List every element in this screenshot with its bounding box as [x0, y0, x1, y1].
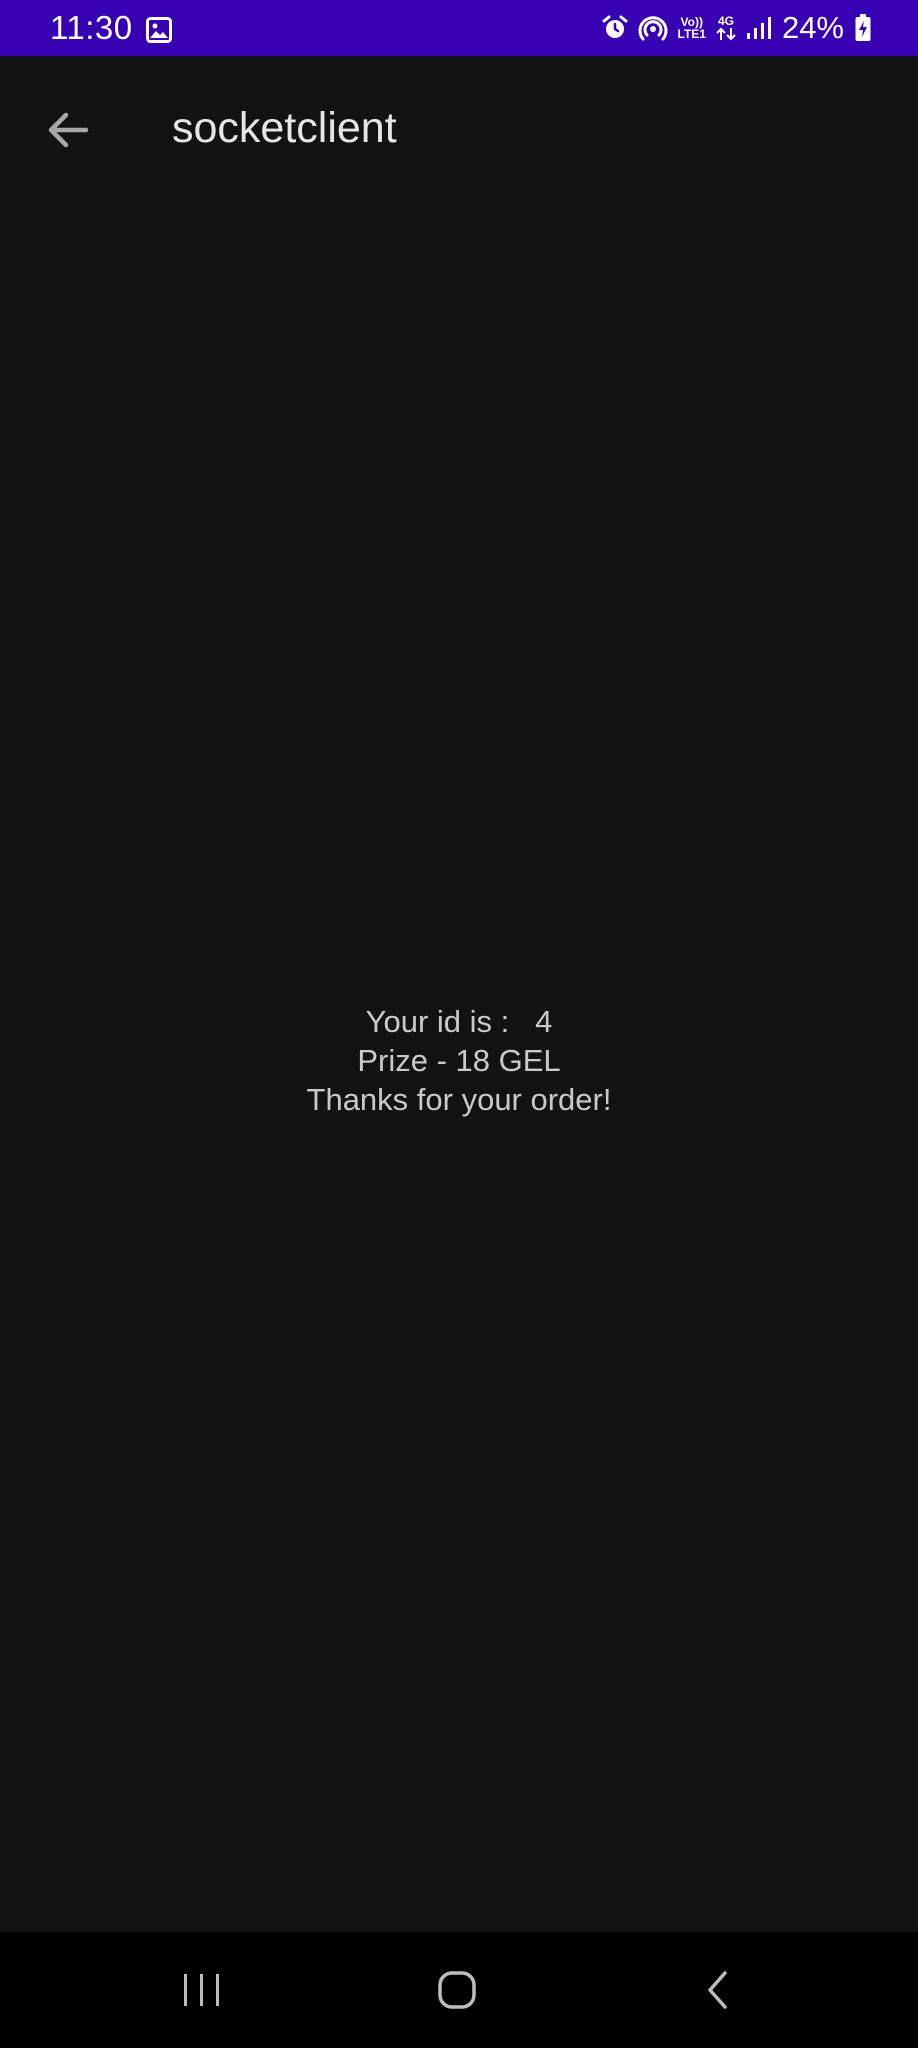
home-icon[interactable] — [436, 1968, 480, 2012]
app-title: socketclient — [172, 104, 397, 152]
battery-percentage: 24% — [781, 10, 844, 45]
arrow-left-icon[interactable] — [36, 98, 100, 162]
signal-icon — [746, 17, 771, 39]
alarm-icon — [602, 15, 627, 38]
status-time: 11:30 — [50, 9, 133, 46]
user-id-text: Your id is : 4 — [365, 1004, 553, 1039]
volte-indicator: Vo)) LTE1 — [678, 16, 706, 40]
screen: 11:30 Vo)) LTE1 4G 24% socketclient Your… — [0, 0, 918, 2048]
gallery-icon — [146, 17, 172, 43]
data-arrows-icon — [716, 27, 736, 41]
network-type-indicator: 4G — [716, 15, 736, 41]
navigation-bar — [0, 1932, 918, 2048]
status-icons: Vo)) LTE1 4G 24% — [602, 8, 873, 48]
thanks-text: Thanks for your order! — [306, 1082, 612, 1117]
app-bar: socketclient — [0, 56, 918, 196]
back-icon[interactable] — [698, 1968, 738, 2012]
battery-charging-icon — [855, 14, 871, 41]
status-bar: 11:30 Vo)) LTE1 4G 24% — [0, 0, 918, 56]
prize-text: Prize - 18 GEL — [357, 1043, 561, 1078]
network-type-label: 4G — [717, 14, 734, 28]
recents-icon[interactable] — [180, 1970, 224, 2010]
order-confirmation: Your id is : 4 Prize - 18 GEL Thanks for… — [0, 1002, 918, 1119]
lte-label: LTE1 — [677, 27, 706, 41]
hotspot-icon — [638, 16, 667, 41]
